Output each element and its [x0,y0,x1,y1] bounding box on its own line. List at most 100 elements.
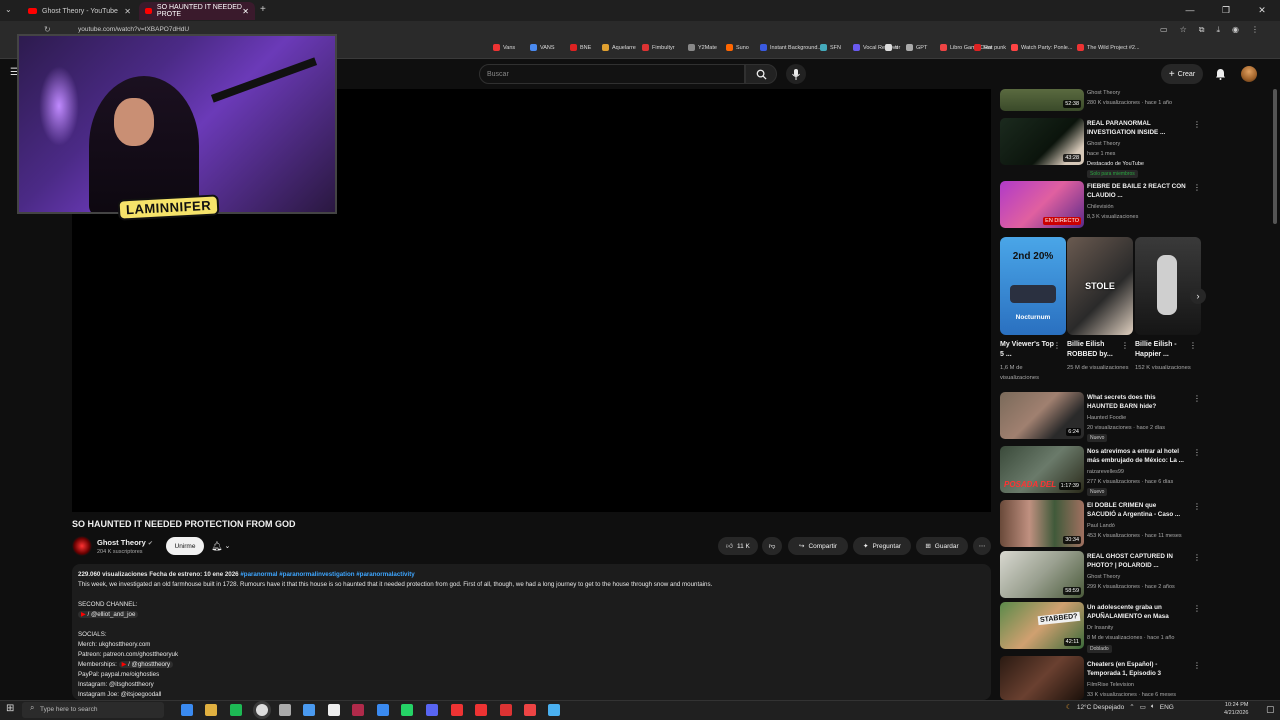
video-channel[interactable]: raizarevelles99 [1087,469,1124,475]
more-icon[interactable]: ⋮ [1193,120,1201,129]
video-channel[interactable]: Ghost Theory [1087,574,1120,580]
close-window-icon[interactable]: ✕ [1244,0,1280,21]
bookmark-item[interactable]: GPT [906,44,927,51]
subscribe-button[interactable]: Unirme [166,537,204,555]
file-explorer-icon[interactable] [205,704,217,716]
video-title[interactable]: REAL PARANORMAL INVESTIGATION INSIDE ... [1087,120,1187,137]
taskbar-clock[interactable]: 10:24 PM 4/21/2026 [1224,702,1248,717]
video-thumbnail[interactable]: STABBED? 42:11 [1000,602,1084,649]
minimize-icon[interactable]: — [1172,0,1208,21]
create-button[interactable]: + Crear [1161,64,1203,84]
app-icon[interactable] [303,704,315,716]
download-icon[interactable]: ⤓ [1216,25,1220,35]
more-icon[interactable]: ⋮ [1053,341,1061,350]
video-title[interactable]: FIEBRE DE BAILE 2 REACT CON CLAUDIO ... [1087,183,1187,200]
ask-button[interactable]: ✦ Preguntar [853,537,911,555]
account-avatar[interactable] [1241,66,1257,82]
new-tab-icon[interactable]: + [260,4,266,15]
windows-start-icon[interactable]: ⊞ [6,703,14,714]
second-channel-link[interactable]: ▶ / @elliot_and_joe [78,611,139,618]
terminal-icon[interactable] [328,704,340,716]
video-thumbnail[interactable]: 52:38 [1000,89,1084,111]
chevron-right-icon[interactable]: › [1190,288,1206,304]
memberships-link[interactable]: ▶ / @ghosttheory [118,661,174,668]
voice-search-button[interactable] [786,64,806,84]
video-thumbnail[interactable]: 30:34 [1000,500,1084,547]
video-channel[interactable]: Chilevisión [1087,204,1114,210]
video-channel[interactable]: Dr Insanity [1087,625,1113,631]
video-title[interactable]: Un adolescente graba un APUÑALAMIENTO en… [1087,604,1187,621]
bookmark-item[interactable]: BNE [570,44,591,51]
save-button[interactable]: ⊞ Guardar [916,537,968,555]
bookmark-item[interactable]: The Wild Project #2... [1077,44,1140,51]
short-thumbnail[interactable]: 2nd 20% Nocturnum [1000,237,1066,335]
short-title[interactable]: My Viewer's Top 5 ... [1000,340,1054,360]
search-input[interactable]: Buscar [479,64,745,84]
dislike-button[interactable]: 👎︎ [762,537,782,555]
more-icon[interactable]: ⋮ [1193,448,1201,457]
spotify-icon[interactable] [230,704,242,716]
more-icon[interactable]: ⋮ [1193,553,1201,562]
video-channel[interactable]: FilmRise Television [1087,682,1134,688]
bookmark-item[interactable]: SFN [820,44,841,51]
bookmark-item[interactable]: tt [885,44,898,51]
video-thumbnail[interactable]: 43:28 [1000,118,1084,165]
video-thumbnail[interactable]: EN DIRECTO [1000,181,1084,228]
share-button[interactable]: ↪ Compartir [788,537,848,555]
app-icon[interactable] [524,704,536,716]
whatsapp-icon[interactable] [401,704,413,716]
tab-current-video[interactable]: SO HAUNTED IT NEEDED PROTE ✕ [139,2,255,20]
bookmark-item[interactable]: Watch Party: Ponle... [1011,44,1072,51]
app-icon[interactable] [377,704,389,716]
close-tab-icon[interactable]: ✕ [242,7,249,16]
tray-chevron-icon[interactable]: ⌃ [1129,703,1134,711]
app-icon[interactable] [352,704,364,716]
notification-settings-button[interactable]: 🔔︎ ⌄ [211,537,241,555]
more-icon[interactable]: ⋮ [1193,661,1201,670]
bookmark-item[interactable]: Vans [493,44,515,51]
close-tab-icon[interactable]: ✕ [124,7,131,16]
hashtag-links[interactable]: #paranormal #paranormalinvestigation #pa… [240,571,414,578]
bookmark-item[interactable]: Fimbultyr [642,44,675,51]
bookmark-item[interactable]: Rat punk [974,44,1006,51]
video-channel[interactable]: Haunted Foodie [1087,415,1126,421]
url-field[interactable]: youtube.com/watch?v=tXBAPO7dHdU [78,26,189,33]
notification-center-icon[interactable]: ▢ [1266,704,1275,715]
more-actions-button[interactable]: ⋯ [973,537,991,555]
short-title[interactable]: Billie Eilish ROBBED by... [1067,340,1121,360]
short-thumbnail[interactable] [1135,237,1201,335]
short-thumbnail[interactable]: STOLE [1067,237,1133,335]
video-channel[interactable]: Ghost Theory [1087,90,1120,96]
maximize-icon[interactable]: ❐ [1208,0,1244,21]
page-scrollbar[interactable] [1273,89,1277,224]
more-icon[interactable]: ⋮ [1193,183,1201,192]
video-thumbnail[interactable] [1000,656,1084,700]
profile-icon[interactable]: ◉ [1232,25,1239,35]
more-icon[interactable]: ⋮ [1193,394,1201,403]
video-title[interactable]: Cheaters (en Español) - Temporada 1, Epi… [1087,661,1187,678]
discord-icon[interactable] [426,704,438,716]
chrome-icon[interactable] [256,704,268,716]
search-button[interactable] [745,64,777,84]
menu-icon[interactable]: ⋮ [1251,25,1259,35]
video-thumbnail[interactable]: 58:59 [1000,551,1084,598]
taskbar-search-input[interactable]: Type here to search [22,702,164,718]
video-title[interactable]: REAL GHOST CAPTURED IN PHOTO? | POLAROID… [1087,553,1187,570]
video-thumbnail[interactable]: 6:24 [1000,392,1084,439]
video-thumbnail[interactable]: POSADA DEL 1:17:39 [1000,446,1084,493]
more-icon[interactable]: ⋮ [1121,341,1129,350]
app-icon[interactable] [548,704,560,716]
tab-ghost-theory[interactable]: Ghost Theory - YouTube ✕ [22,2,137,20]
cast-icon[interactable]: ▭ [1160,25,1168,35]
more-icon[interactable]: ⋮ [1193,604,1201,613]
tab-list-icon[interactable]: ⌄ [5,5,12,14]
volume-icon[interactable]: 🔈︎ [1151,703,1155,711]
video-channel[interactable]: Paul Landó [1087,523,1115,529]
video-title[interactable]: El DOBLE CRIMEN que SACUDIÓ a Argentina … [1087,502,1187,519]
app-icon[interactable] [451,704,463,716]
network-icon[interactable]: ▭ [1140,703,1146,711]
video-title[interactable]: What secrets does this HAUNTED BARN hide… [1087,394,1187,411]
channel-name[interactable]: Ghost Theory ✔ [97,538,153,547]
bookmark-item[interactable]: Suno [726,44,749,51]
edge-icon[interactable] [181,704,193,716]
